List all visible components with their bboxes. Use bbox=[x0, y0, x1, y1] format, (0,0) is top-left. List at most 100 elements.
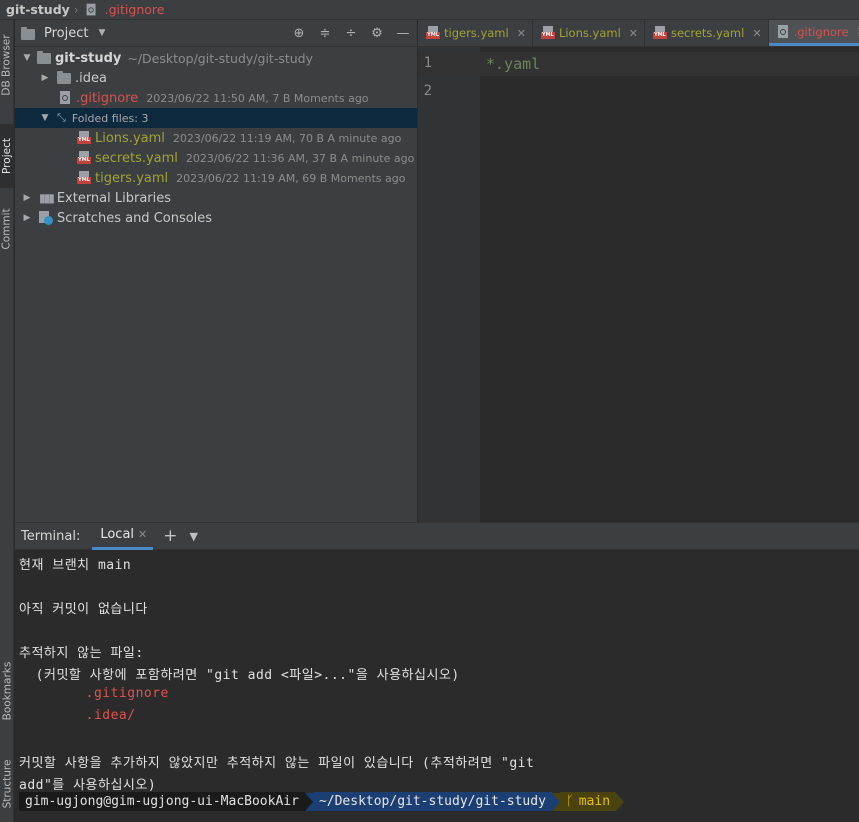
yaml-file-icon: YML bbox=[652, 26, 667, 40]
chevron-down-icon[interactable]: ▼ bbox=[190, 530, 198, 543]
prompt-separator bbox=[551, 792, 560, 811]
yaml-file-icon: YML bbox=[77, 151, 91, 165]
add-icon[interactable]: + bbox=[163, 526, 177, 546]
tab-label: .gitignore bbox=[793, 24, 849, 39]
chevron-right-icon[interactable]: ▶ bbox=[21, 213, 33, 223]
line-number: 1 bbox=[423, 55, 432, 71]
idea-label: .idea bbox=[75, 70, 107, 86]
tab-lions-yaml[interactable]: YML Lions.yaml ✕ bbox=[533, 20, 645, 46]
folder-icon bbox=[57, 70, 71, 84]
shell-prompt[interactable]: gim-ugjong@gim-ugjong-ui-MacBookAir ~/De… bbox=[19, 792, 625, 811]
tab-structure-label: Structure bbox=[1, 759, 14, 809]
gitignore-file-icon bbox=[85, 3, 97, 16]
gitignore-file-icon bbox=[59, 91, 72, 105]
terminal-line: 아직 커밋이 없습니다 bbox=[19, 602, 148, 617]
yaml-file-icon: YML bbox=[77, 171, 91, 185]
folded-icon: ⤡ bbox=[57, 111, 66, 124]
tab-label: Lions.yaml bbox=[558, 26, 621, 40]
tree-item-secrets[interactable]: YML secrets.yaml 2023/06/22 11:36 AM, 37… bbox=[15, 148, 417, 168]
prompt-branch: ᚴ main bbox=[559, 792, 617, 811]
tree-item-idea[interactable]: ▶ .idea bbox=[15, 68, 417, 88]
yaml-file-icon: YML bbox=[426, 26, 440, 40]
scratches-label: Scratches and Consoles bbox=[57, 210, 213, 226]
tab-bookmarks[interactable]: Bookmarks bbox=[0, 648, 14, 734]
tree-item-scratches[interactable]: ▶ Scratches and Consoles bbox=[15, 208, 417, 228]
chevron-right-icon: › bbox=[73, 2, 79, 17]
terminal-line: .idea/ bbox=[19, 708, 136, 723]
breadcrumb-project[interactable]: git-study bbox=[6, 2, 70, 17]
gear-icon[interactable]: ⚙ bbox=[369, 25, 385, 41]
tree-item-tigers[interactable]: YML tigers.yaml 2023/06/22 11:19 AM, 69 … bbox=[15, 168, 417, 188]
root-path: ~/Desktop/git-study/git-study bbox=[127, 50, 313, 66]
breadcrumb: git-study › .gitignore bbox=[0, 0, 859, 20]
file-label: tigers.yaml bbox=[95, 170, 169, 186]
yaml-file-icon: YML bbox=[540, 26, 555, 40]
tab-bookmarks-label: Bookmarks bbox=[1, 661, 14, 721]
folder-icon bbox=[37, 50, 51, 64]
tab-tigers-yaml[interactable]: YML tigers.yaml ✕ bbox=[418, 20, 533, 46]
terminal-panel: Terminal: Local ✕ + ▼ 현재 브랜치 main 아직 커밋이… bbox=[15, 522, 859, 822]
terminal-tab-label: Local bbox=[100, 527, 135, 542]
tree-item-lions[interactable]: YML Lions.yaml 2023/06/22 11:19 AM, 70 B… bbox=[15, 128, 417, 148]
terminal-line: 커밋할 사항을 추가하지 않았지만 추적하지 않는 파일이 있습니다 (추적하려… bbox=[19, 756, 535, 771]
gitignore-file-icon bbox=[777, 24, 790, 39]
terminal-line: add"를 사용하십시오) bbox=[19, 778, 157, 793]
tab-label: tigers.yaml bbox=[444, 26, 509, 40]
prompt-path: ~/Desktop/git-study/git-study bbox=[312, 792, 552, 811]
tree-root[interactable]: ▼ git-study ~/Desktop/git-study/git-stud… bbox=[15, 48, 417, 68]
project-title[interactable]: Project bbox=[44, 26, 88, 41]
file-meta: 2023/06/22 11:36 AM, 37 B A minute ago bbox=[185, 151, 415, 165]
tab-structure[interactable]: Structure bbox=[0, 745, 14, 822]
tab-commit-label: Commit bbox=[1, 208, 13, 250]
root-name: git-study bbox=[55, 50, 122, 66]
editor: YML tigers.yaml ✕ YML Lions.yaml ✕ YML s… bbox=[418, 20, 859, 522]
file-meta: 2023/06/22 11:19 AM, 69 B Moments ago bbox=[176, 171, 406, 185]
chevron-down-icon[interactable]: ▼ bbox=[39, 113, 51, 123]
chevron-down-icon[interactable]: ▼ bbox=[98, 28, 105, 38]
tab-project-label: Project bbox=[1, 138, 13, 174]
terminal-line: .gitignore bbox=[19, 686, 169, 701]
tab-project[interactable]: Project bbox=[0, 124, 14, 188]
terminal-header: Terminal: Local ✕ + ▼ bbox=[15, 522, 859, 550]
branch-icon: ᚴ bbox=[565, 794, 574, 809]
tab-commit[interactable]: Commit bbox=[0, 196, 14, 262]
project-folder-icon bbox=[21, 26, 35, 40]
chevron-down-icon[interactable]: ▼ bbox=[21, 53, 33, 63]
tab-secrets-yaml[interactable]: YML secrets.yaml ✕ bbox=[645, 20, 769, 46]
tree-item-external-libraries[interactable]: ▶ ▮▮▮ External Libraries bbox=[15, 188, 417, 208]
expand-all-icon[interactable]: ≑ bbox=[317, 25, 333, 41]
close-icon[interactable]: ✕ bbox=[138, 528, 147, 541]
project-panel: Project ▼ ⊕ ≑ ÷ ⚙ — ▼ git-study ~/Deskto… bbox=[15, 20, 417, 522]
tab-label: secrets.yaml bbox=[670, 26, 745, 40]
chevron-right-icon[interactable]: ▶ bbox=[39, 73, 51, 83]
tab-gitignore[interactable]: .gitignore ✕ bbox=[768, 20, 859, 46]
breadcrumb-file[interactable]: .gitignore bbox=[85, 2, 165, 17]
tab-db-browser-label: DB Browser bbox=[1, 34, 13, 96]
code-line[interactable]: *.yaml bbox=[486, 55, 540, 73]
breadcrumb-file-label: .gitignore bbox=[104, 2, 165, 17]
collapse-all-icon[interactable]: ÷ bbox=[343, 25, 359, 41]
close-icon[interactable]: ✕ bbox=[517, 27, 526, 40]
prompt-branch-label: main bbox=[578, 794, 611, 809]
tree-item-folded[interactable]: ▼ ⤡ Folded files: 3 bbox=[15, 108, 417, 128]
file-label: Lions.yaml bbox=[95, 130, 165, 146]
gitignore-meta: 2023/06/22 11:50 AM, 7 B Moments ago bbox=[146, 91, 369, 105]
terminal-title: Terminal: bbox=[21, 528, 81, 544]
close-icon[interactable]: ✕ bbox=[629, 27, 638, 40]
tab-db-browser[interactable]: DB Browser bbox=[0, 22, 14, 108]
terminal-line: (커밋할 사항에 포함하려면 "git add <파일>..."을 사용하십시오… bbox=[19, 668, 460, 683]
editor-tabs: YML tigers.yaml ✕ YML Lions.yaml ✕ YML s… bbox=[418, 20, 859, 47]
tree-item-gitignore[interactable]: .gitignore 2023/06/22 11:50 AM, 7 B Mome… bbox=[15, 88, 417, 108]
line-gutter bbox=[418, 47, 480, 522]
close-icon[interactable]: ✕ bbox=[752, 27, 761, 40]
file-label: secrets.yaml bbox=[95, 150, 178, 166]
chevron-right-icon[interactable]: ▶ bbox=[21, 193, 33, 203]
target-icon[interactable]: ⊕ bbox=[291, 25, 307, 41]
terminal-line: 추적하지 않는 파일: bbox=[19, 646, 144, 661]
minimize-icon[interactable]: — bbox=[395, 25, 411, 41]
external-libraries-label: External Libraries bbox=[56, 190, 172, 206]
folded-label: Folded files: 3 bbox=[71, 111, 149, 125]
prompt-separator bbox=[616, 792, 625, 811]
terminal-tab-local[interactable]: Local ✕ bbox=[92, 522, 154, 550]
prompt-user: gim-ugjong@gim-ugjong-ui-MacBookAir bbox=[19, 792, 305, 811]
